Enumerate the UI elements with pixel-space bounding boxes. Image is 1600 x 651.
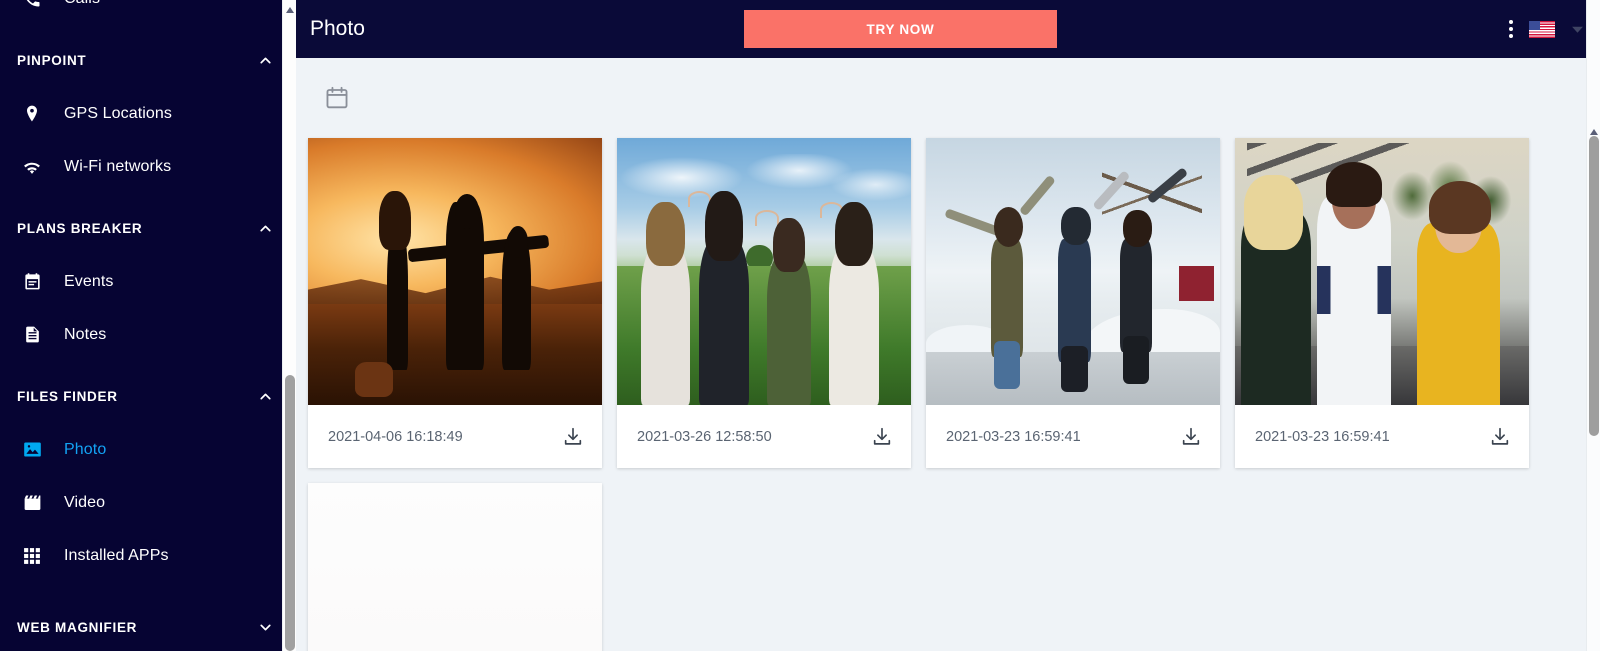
page-title: Photo <box>310 17 365 40</box>
scroll-up-arrow-icon[interactable] <box>285 2 295 13</box>
sidebar: Calls PINPOINT GPS Locations <box>0 0 296 651</box>
section-title: PLANS BREAKER <box>17 220 143 236</box>
sidebar-item-label: Wi-Fi networks <box>64 157 172 175</box>
photo-thumbnail[interactable] <box>308 138 602 405</box>
main-scrollbar[interactable] <box>1586 0 1600 651</box>
photo-card[interactable]: 2021-03-23 16:59:41 <box>926 138 1220 468</box>
us-flag-icon[interactable] <box>1529 20 1555 38</box>
photo-card[interactable]: 2021-03-26 12:58:50 <box>617 138 911 468</box>
top-bar: Photo TRY NOW <box>296 0 1600 58</box>
photo-meta: 2021-03-23 16:59:41 <box>926 405 1220 468</box>
photo-meta: 2021-03-26 12:58:50 <box>617 405 911 468</box>
calendar-icon <box>10 272 54 291</box>
document-icon <box>10 325 54 344</box>
grid-apps-icon <box>10 546 54 566</box>
image-icon <box>10 439 54 460</box>
sidebar-item-label: Photo <box>64 440 107 458</box>
photo-card[interactable]: 2021-03-23 16:59:41 <box>1235 138 1529 468</box>
try-now-button[interactable]: TRY NOW <box>744 10 1057 48</box>
film-icon <box>10 492 54 513</box>
location-pin-icon <box>10 104 54 124</box>
chevron-up-icon[interactable] <box>257 388 274 405</box>
chevron-down-icon[interactable] <box>1571 23 1584 36</box>
sidebar-section-plans-breaker[interactable]: PLANS BREAKER <box>0 201 296 255</box>
sidebar-item-label: Notes <box>64 325 107 343</box>
chevron-up-icon[interactable] <box>257 220 274 237</box>
sidebar-scrollbar[interactable] <box>282 0 296 651</box>
photo-thumbnail[interactable] <box>617 138 911 405</box>
phone-icon <box>10 0 54 9</box>
photo-meta: 2021-03-23 16:59:41 <box>1235 405 1529 468</box>
app-root: Calls PINPOINT GPS Locations <box>0 0 1600 651</box>
sidebar-item-installed-apps[interactable]: Installed APPs <box>0 529 296 582</box>
chevron-down-icon[interactable] <box>257 619 274 636</box>
sidebar-item-notes[interactable]: Notes <box>0 308 296 361</box>
sidebar-section-web-magnifier[interactable]: WEB MAGNIFIER <box>0 600 296 651</box>
photo-thumbnail[interactable] <box>926 138 1220 405</box>
sidebar-item-calls[interactable]: Calls <box>0 0 296 25</box>
sidebar-scroll-content: Calls PINPOINT GPS Locations <box>0 0 296 651</box>
sidebar-item-label: Calls <box>54 0 100 8</box>
photo-meta: 2021-04-06 16:18:49 <box>308 405 602 468</box>
gallery-toolbar <box>296 58 1600 138</box>
download-icon[interactable] <box>1180 426 1202 448</box>
photo-thumbnail[interactable] <box>308 483 602 651</box>
sidebar-item-label: Video <box>64 493 106 511</box>
photo-thumbnail[interactable] <box>1235 138 1529 405</box>
sidebar-section-files-finder[interactable]: FILES FINDER <box>0 369 296 423</box>
sidebar-item-label: Events <box>64 272 114 290</box>
chevron-up-icon[interactable] <box>257 52 274 69</box>
sidebar-scrollbar-thumb[interactable] <box>285 375 295 651</box>
photo-card[interactable]: 2021-04-06 16:18:49 <box>308 138 602 468</box>
sidebar-item-label: GPS Locations <box>64 104 173 122</box>
download-icon[interactable] <box>562 426 584 448</box>
photo-date: 2021-03-23 16:59:41 <box>1255 428 1390 445</box>
scroll-up-arrow-icon[interactable] <box>1589 124 1599 135</box>
sidebar-item-video[interactable]: Video <box>0 476 296 529</box>
three-dots-vertical-icon[interactable] <box>1509 20 1513 38</box>
section-title: PINPOINT <box>17 52 87 68</box>
sidebar-section-pinpoint[interactable]: PINPOINT <box>0 33 296 87</box>
photo-date: 2021-03-26 12:58:50 <box>637 428 772 445</box>
top-bar-actions <box>1509 20 1584 38</box>
section-title: WEB MAGNIFIER <box>17 619 138 635</box>
sidebar-item-events[interactable]: Events <box>0 255 296 308</box>
wifi-icon <box>10 156 54 178</box>
sidebar-item-photo[interactable]: Photo <box>0 423 296 476</box>
main-scrollbar-thumb[interactable] <box>1589 136 1599 436</box>
download-icon[interactable] <box>871 426 893 448</box>
section-title: FILES FINDER <box>17 388 118 404</box>
photo-grid: 2021-04-06 16:18:49 2021-03-26 12:58:50 … <box>296 138 1600 651</box>
download-icon[interactable] <box>1489 426 1511 448</box>
photo-date: 2021-04-06 16:18:49 <box>328 428 463 445</box>
sidebar-item-wifi-networks[interactable]: Wi-Fi networks <box>0 140 296 193</box>
sidebar-item-gps-locations[interactable]: GPS Locations <box>0 87 296 140</box>
calendar-icon[interactable] <box>324 85 350 111</box>
main-content: Photo TRY NOW 2021-04-06 16:18:49 2021-0… <box>296 0 1600 651</box>
photo-date: 2021-03-23 16:59:41 <box>946 428 1081 445</box>
sidebar-item-label: Installed APPs <box>64 546 169 564</box>
photo-card[interactable] <box>308 483 602 651</box>
